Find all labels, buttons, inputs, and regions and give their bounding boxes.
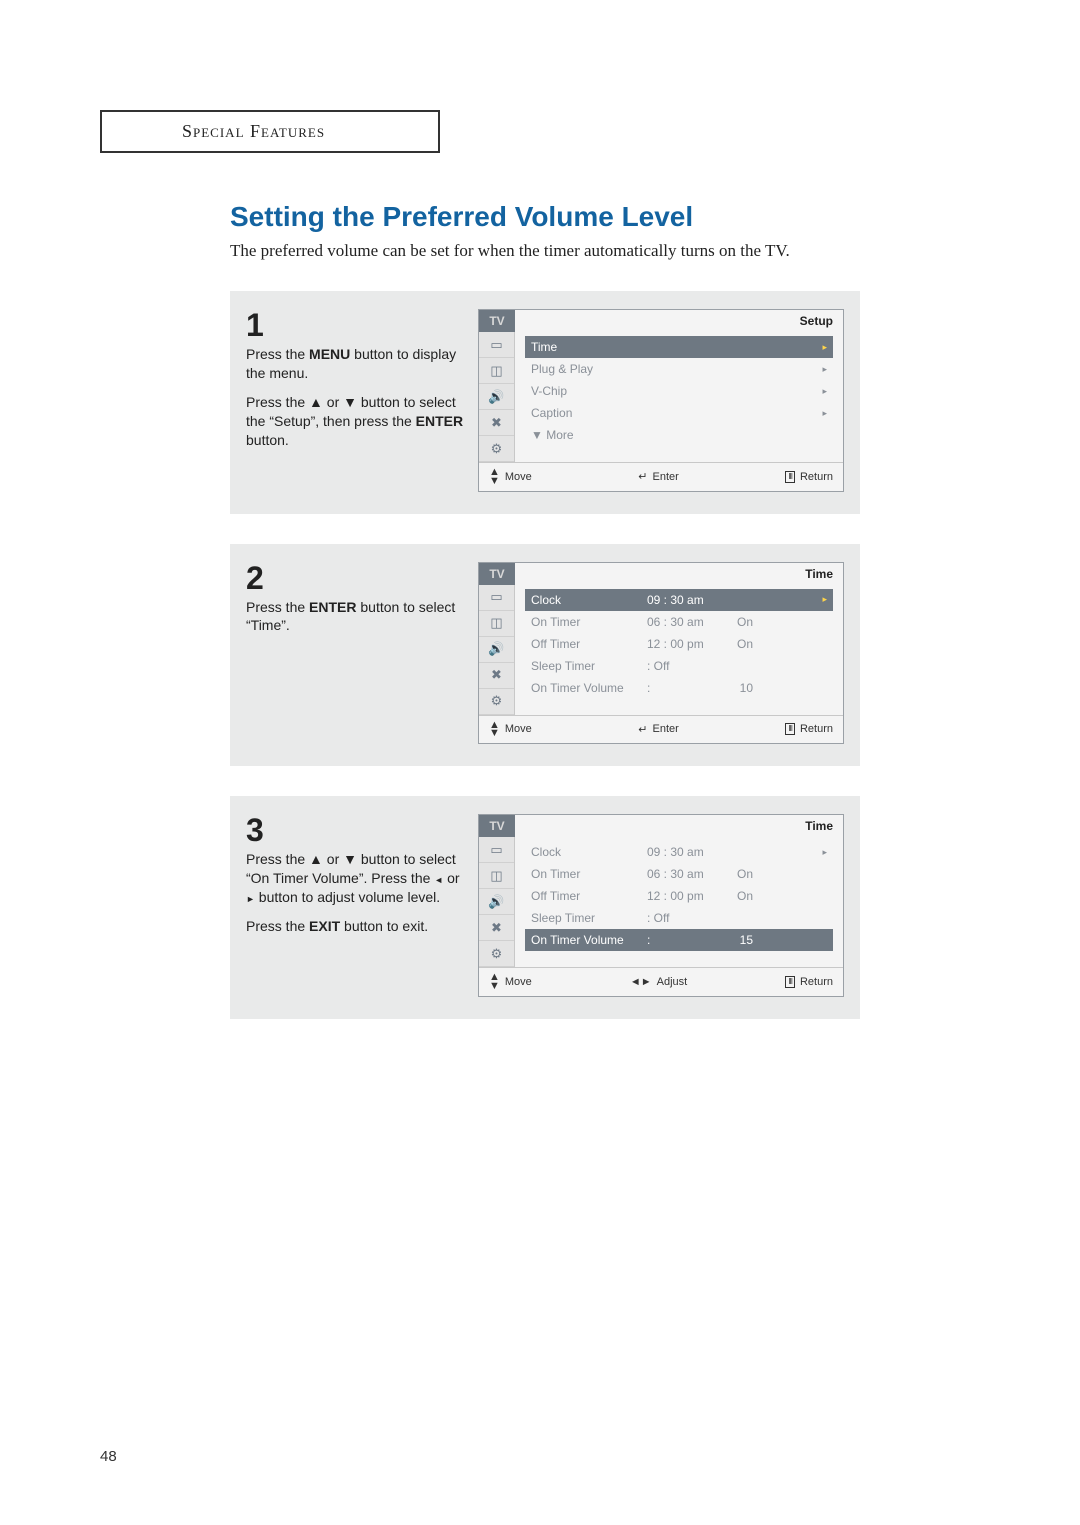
- picture-icon: ▭: [479, 332, 514, 358]
- sound-icon: 🔊: [479, 889, 514, 915]
- step-1-line2: Press the ▲ or ▼ button to select the “S…: [246, 393, 466, 450]
- channel-icon: ✖: [479, 663, 514, 689]
- osd-source-label: TV: [479, 310, 515, 332]
- intro-text: The preferred volume can be set for when…: [230, 241, 990, 261]
- updown-icon: ▲▼: [489, 468, 500, 486]
- input-icon: ◫: [479, 611, 514, 637]
- caret-icon: ▸: [797, 594, 827, 605]
- step-3-line2: Press the EXIT button to exit.: [246, 917, 466, 936]
- manual-page: Special Features Setting the Preferred V…: [0, 0, 1080, 1109]
- osd-time-menu-adjust: TV Time ▭ ◫ 🔊 ✖ ⚙ Clock09 : 30 am▸ On Ti…: [478, 814, 844, 997]
- right-icon: ►: [246, 894, 255, 904]
- osd-source-label: TV: [479, 815, 515, 837]
- step-number: 3: [246, 814, 466, 846]
- caret-icon: ▸: [822, 386, 827, 397]
- footer-move: ▲▼Move: [489, 468, 532, 486]
- step-3-text: 3 Press the ▲ or ▼ button to select “On …: [246, 814, 466, 946]
- step-number: 1: [246, 309, 466, 341]
- footer-adjust: ◄►Adjust: [630, 973, 687, 991]
- menu-item-ontimer[interactable]: On Timer06 : 30 amOn: [525, 863, 833, 885]
- menu-item-ontimervol[interactable]: On Timer Volume:15: [525, 929, 833, 951]
- step-3-line1: Press the ▲ or ▼ button to select “On Ti…: [246, 850, 466, 907]
- picture-icon: ▭: [479, 837, 514, 863]
- menu-item-ontimervol[interactable]: On Timer Volume:10: [525, 677, 833, 699]
- section-header: Special Features: [100, 110, 440, 153]
- osd-setup-menu: TV Setup ▭ ◫ 🔊 ✖ ⚙ Time▸ Plug & Play▸ V-…: [478, 309, 844, 492]
- menu-item-time[interactable]: Time▸: [525, 336, 833, 358]
- enter-icon: ↵: [638, 470, 647, 483]
- step-2: 2 Press the ENTER button to select “Time…: [230, 544, 860, 767]
- setup-icon: ⚙: [479, 941, 514, 967]
- menu-item-clock[interactable]: Clock09 : 30 am▸: [525, 841, 833, 863]
- osd-title: Time: [515, 563, 843, 585]
- channel-icon: ✖: [479, 410, 514, 436]
- caret-icon: ▸: [822, 408, 827, 419]
- osd-source-label: TV: [479, 563, 515, 585]
- osd-title: Setup: [515, 310, 843, 332]
- footer-return: IIIReturn: [785, 468, 833, 486]
- enter-icon: ↵: [638, 723, 647, 736]
- input-icon: ◫: [479, 863, 514, 889]
- setup-icon: ⚙: [479, 436, 514, 462]
- updown-icon: ▲▼: [489, 973, 500, 991]
- footer-move: ▲▼Move: [489, 721, 532, 739]
- osd-list: Clock09 : 30 am▸ On Timer06 : 30 amOn Of…: [515, 585, 843, 715]
- osd-title: Time: [515, 815, 843, 837]
- footer-enter: ↵Enter: [638, 721, 679, 739]
- osd-time-menu: TV Time ▭ ◫ 🔊 ✖ ⚙ Clock09 : 30 am▸ On Ti…: [478, 562, 844, 745]
- osd-footer: ▲▼Move ↵Enter IIIReturn: [479, 462, 843, 491]
- step-2-line1: Press the ENTER button to select “Time”.: [246, 598, 466, 636]
- main-column: Setting the Preferred Volume Level The p…: [230, 201, 990, 1019]
- up-icon: ▲: [309, 851, 323, 867]
- sound-icon: 🔊: [479, 637, 514, 663]
- channel-icon: ✖: [479, 915, 514, 941]
- up-icon: ▲: [309, 394, 323, 410]
- down-icon: ▼: [343, 851, 357, 867]
- menu-item-vchip[interactable]: V-Chip▸: [525, 380, 833, 402]
- setup-icon: ⚙: [479, 689, 514, 715]
- step-number: 2: [246, 562, 466, 594]
- return-icon: III: [785, 976, 795, 988]
- footer-move: ▲▼Move: [489, 973, 532, 991]
- return-icon: III: [785, 471, 795, 483]
- menu-item-offtimer[interactable]: Off Timer12 : 00 pmOn: [525, 633, 833, 655]
- osd-footer: ▲▼Move ↵Enter IIIReturn: [479, 715, 843, 744]
- menu-item-more[interactable]: ▼ More: [525, 424, 833, 446]
- osd-list: Time▸ Plug & Play▸ V-Chip▸ Caption▸ ▼ Mo…: [515, 332, 843, 462]
- step-1-line1: Press the MENU button to display the men…: [246, 345, 466, 383]
- section-header-text: Special Features: [182, 121, 325, 141]
- footer-return: IIIReturn: [785, 973, 833, 991]
- step-2-text: 2 Press the ENTER button to select “Time…: [246, 562, 466, 646]
- input-icon: ◫: [479, 358, 514, 384]
- footer-return: IIIReturn: [785, 721, 833, 739]
- osd-footer: ▲▼Move ◄►Adjust IIIReturn: [479, 967, 843, 996]
- menu-item-ontimer[interactable]: On Timer06 : 30 amOn: [525, 611, 833, 633]
- sound-icon: 🔊: [479, 384, 514, 410]
- menu-item-offtimer[interactable]: Off Timer12 : 00 pmOn: [525, 885, 833, 907]
- menu-item-sleeptimer[interactable]: Sleep Timer: Off: [525, 907, 833, 929]
- page-number: 48: [100, 1448, 117, 1465]
- step-3: 3 Press the ▲ or ▼ button to select “On …: [230, 796, 860, 1019]
- osd-icon-column: ▭ ◫ 🔊 ✖ ⚙: [479, 837, 515, 967]
- leftright-icon: ◄►: [630, 976, 652, 988]
- footer-enter: ↵Enter: [638, 468, 679, 486]
- osd-icon-column: ▭ ◫ 🔊 ✖ ⚙: [479, 585, 515, 715]
- page-title: Setting the Preferred Volume Level: [230, 201, 990, 233]
- caret-icon: ▸: [797, 847, 827, 858]
- menu-item-caption[interactable]: Caption▸: [525, 402, 833, 424]
- updown-icon: ▲▼: [489, 721, 500, 739]
- step-1: 1 Press the MENU button to display the m…: [230, 291, 860, 514]
- down-icon: ▼: [343, 394, 357, 410]
- menu-item-plugplay[interactable]: Plug & Play▸: [525, 358, 833, 380]
- menu-item-clock[interactable]: Clock09 : 30 am▸: [525, 589, 833, 611]
- caret-icon: ▸: [822, 364, 827, 375]
- left-icon: ◄: [434, 875, 443, 885]
- osd-icon-column: ▭ ◫ 🔊 ✖ ⚙: [479, 332, 515, 462]
- menu-item-sleeptimer[interactable]: Sleep Timer: Off: [525, 655, 833, 677]
- caret-icon: ▸: [822, 342, 827, 353]
- osd-list: Clock09 : 30 am▸ On Timer06 : 30 amOn Of…: [515, 837, 843, 967]
- step-1-text: 1 Press the MENU button to display the m…: [246, 309, 466, 459]
- return-icon: III: [785, 723, 795, 735]
- picture-icon: ▭: [479, 585, 514, 611]
